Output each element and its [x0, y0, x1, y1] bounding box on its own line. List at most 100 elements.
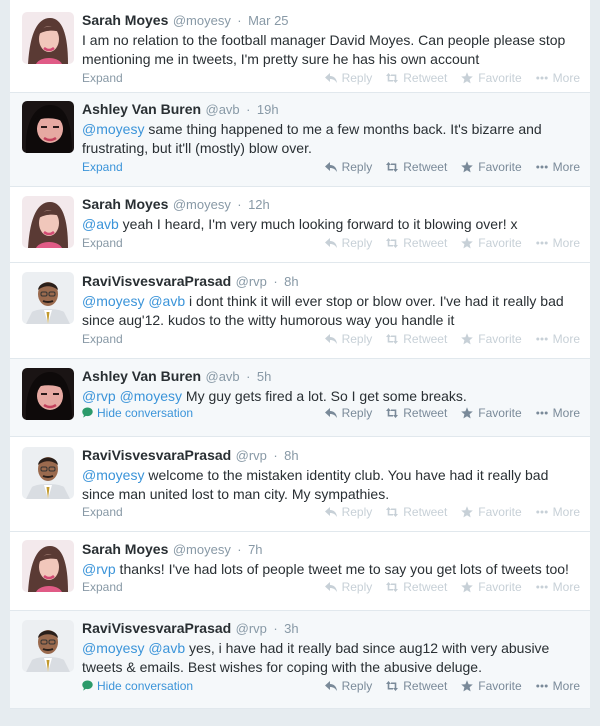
tweet-timestamp[interactable]: 7h: [248, 542, 262, 557]
retweet-icon: [386, 581, 398, 593]
reply-action[interactable]: Reply: [325, 329, 372, 349]
favorite-action[interactable]: Favorite: [461, 157, 522, 177]
favorite-action[interactable]: Favorite: [461, 329, 522, 349]
hide-conversation-link[interactable]: Hide conversation: [82, 676, 193, 696]
mention-link[interactable]: @moyesy: [82, 640, 144, 656]
reply-action[interactable]: Reply: [325, 403, 372, 423]
ashley-avatar[interactable]: [22, 101, 74, 153]
more-action[interactable]: More: [536, 676, 580, 696]
tweet-author-handle[interactable]: @rvp: [236, 274, 267, 289]
tweet[interactable]: Sarah Moyes @moyesy · 7h @rvp thanks! I'…: [10, 532, 590, 611]
mention-link[interactable]: @moyesy: [82, 293, 144, 309]
reply-action[interactable]: Reply: [325, 233, 372, 253]
sarah-avatar[interactable]: [22, 540, 74, 592]
retweet-action[interactable]: Retweet: [386, 403, 447, 423]
tweet-author-handle[interactable]: @avb: [206, 102, 240, 117]
retweet-action[interactable]: Retweet: [386, 68, 447, 88]
tweet-timestamp[interactable]: Mar 25: [248, 13, 288, 28]
reply-action[interactable]: Reply: [325, 157, 372, 177]
separator-dot: ·: [246, 102, 251, 117]
tweet[interactable]: Sarah Moyes @moyesy · 12h @avb yeah I he…: [10, 187, 590, 263]
mention-link[interactable]: @avb: [148, 293, 185, 309]
more-action[interactable]: More: [536, 233, 580, 253]
tweet-actions: Reply Retweet Favorite More: [325, 577, 580, 597]
tweet-author-name[interactable]: Sarah Moyes: [82, 196, 168, 212]
tweet-author-handle[interactable]: @rvp: [236, 621, 267, 636]
expand-link[interactable]: Expand: [82, 233, 123, 253]
tweet[interactable]: Sarah Moyes @moyesy · Mar 25 I am no rel…: [10, 0, 590, 93]
expand-link[interactable]: Expand: [82, 577, 123, 597]
mention-link[interactable]: @avb: [82, 216, 119, 232]
tweet[interactable]: Ashley Van Buren @avb · 19h @moyesy same…: [10, 93, 590, 187]
more-action[interactable]: More: [536, 329, 580, 349]
tweet-author-name[interactable]: Sarah Moyes: [82, 541, 168, 557]
expand-link[interactable]: Expand: [82, 157, 123, 177]
favorite-action[interactable]: Favorite: [461, 577, 522, 597]
sarah-avatar[interactable]: [22, 196, 74, 248]
favorite-action[interactable]: Favorite: [461, 676, 522, 696]
hide-conversation-link[interactable]: Hide conversation: [82, 403, 193, 423]
retweet-action[interactable]: Retweet: [386, 157, 447, 177]
tweet-author-handle[interactable]: @avb: [206, 369, 240, 384]
tweet-author-handle[interactable]: @rvp: [236, 448, 267, 463]
favorite-action[interactable]: Favorite: [461, 233, 522, 253]
tweet-timestamp[interactable]: 8h: [284, 274, 298, 289]
tweet-author-handle[interactable]: @moyesy: [173, 542, 231, 557]
reply-action[interactable]: Reply: [325, 577, 372, 597]
retweet-icon: [386, 333, 398, 345]
retweet-action[interactable]: Retweet: [386, 329, 447, 349]
tweet-text-line: I am no relation to the football manager…: [82, 32, 566, 48]
tweet-timestamp[interactable]: 19h: [257, 102, 279, 117]
tweet-timestamp[interactable]: 8h: [284, 448, 298, 463]
star-icon: [461, 333, 473, 345]
mention-link[interactable]: @avb: [148, 640, 185, 656]
separator-dot: ·: [237, 13, 242, 28]
sarah-avatar[interactable]: [22, 12, 74, 64]
tweet-author-name[interactable]: RaviVisvesvaraPrasad: [82, 620, 231, 636]
tweet-author-name[interactable]: Ashley Van Buren: [82, 368, 201, 384]
ashley-avatar[interactable]: [22, 368, 74, 420]
tweet-author-name[interactable]: Ashley Van Buren: [82, 101, 201, 117]
ravi-avatar[interactable]: [22, 447, 74, 499]
tweet-text: @moyesy @avb yes, i have had it really b…: [82, 639, 580, 677]
more-action[interactable]: More: [536, 157, 580, 177]
tweet-author-handle[interactable]: @moyesy: [173, 197, 231, 212]
tweet-author-handle[interactable]: @moyesy: [173, 13, 231, 28]
tweet-timestamp[interactable]: 3h: [284, 621, 298, 636]
mention-link[interactable]: @moyesy: [82, 121, 144, 137]
tweet-author-name[interactable]: RaviVisvesvaraPrasad: [82, 447, 231, 463]
ravi-avatar[interactable]: [22, 620, 74, 672]
expand-link[interactable]: Expand: [82, 502, 123, 522]
expand-link[interactable]: Expand: [82, 68, 123, 88]
tweet[interactable]: RaviVisvesvaraPrasad @rvp · 3h @moyesy @…: [10, 611, 590, 709]
tweet-timestamp[interactable]: 12h: [248, 197, 270, 212]
reply-action[interactable]: Reply: [325, 68, 372, 88]
tweet-author-name[interactable]: RaviVisvesvaraPrasad: [82, 273, 231, 289]
tweet[interactable]: RaviVisvesvaraPrasad @rvp · 8h @moyesy @…: [10, 263, 590, 359]
reply-action[interactable]: Reply: [325, 502, 372, 522]
tweet[interactable]: Ashley Van Buren @avb · 5h @rvp @moyesy …: [10, 359, 590, 437]
expand-link[interactable]: Expand: [82, 329, 123, 349]
mention-link[interactable]: @moyesy: [120, 388, 182, 404]
favorite-action[interactable]: Favorite: [461, 68, 522, 88]
retweet-action[interactable]: Retweet: [386, 233, 447, 253]
retweet-icon: [386, 72, 398, 84]
more-action[interactable]: More: [536, 502, 580, 522]
ravi-avatar[interactable]: [22, 272, 74, 324]
mention-link[interactable]: @moyesy: [82, 467, 144, 483]
more-action[interactable]: More: [536, 577, 580, 597]
tweet-author-name[interactable]: Sarah Moyes: [82, 12, 168, 28]
tweet-timestamp[interactable]: 5h: [257, 369, 271, 384]
favorite-action[interactable]: Favorite: [461, 403, 522, 423]
reply-action[interactable]: Reply: [325, 676, 372, 696]
more-action[interactable]: More: [536, 68, 580, 88]
favorite-action[interactable]: Favorite: [461, 502, 522, 522]
retweet-action[interactable]: Retweet: [386, 502, 447, 522]
mention-link[interactable]: @rvp: [82, 561, 116, 577]
more-action[interactable]: More: [536, 403, 580, 423]
mention-link[interactable]: @rvp: [82, 388, 116, 404]
retweet-action[interactable]: Retweet: [386, 676, 447, 696]
retweet-action[interactable]: Retweet: [386, 577, 447, 597]
separator-dot: ·: [273, 274, 278, 289]
tweet[interactable]: RaviVisvesvaraPrasad @rvp · 8h @moyesy w…: [10, 437, 590, 532]
